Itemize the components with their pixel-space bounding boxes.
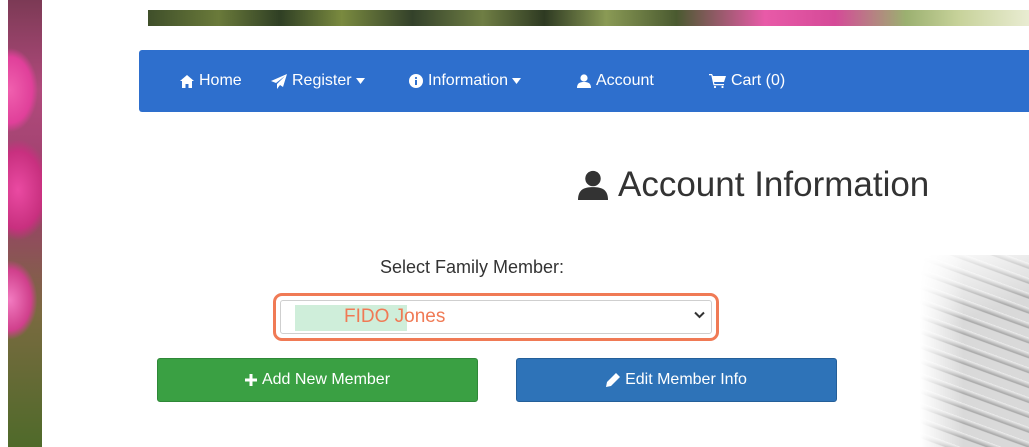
nav-register[interactable]: Register bbox=[271, 50, 370, 112]
add-new-member-label: Add New Member bbox=[261, 371, 391, 388]
cart-icon bbox=[709, 74, 726, 88]
pencil-icon bbox=[606, 373, 621, 387]
family-member-label: Select Family Member: bbox=[380, 257, 565, 277]
add-new-member-button[interactable]: Add New Member bbox=[157, 358, 478, 402]
nav-cart-label: Cart (0) bbox=[731, 72, 786, 89]
nav-information-label: Information bbox=[428, 72, 509, 89]
family-member-select-highlight: FIDO Jones bbox=[273, 293, 719, 341]
home-icon bbox=[180, 74, 194, 88]
nav-home[interactable]: Home bbox=[180, 50, 242, 112]
paper-plane-icon bbox=[271, 73, 287, 89]
nav-account-label: Account bbox=[596, 72, 654, 89]
nav-home-label: Home bbox=[199, 72, 242, 89]
nav-register-label: Register bbox=[292, 72, 352, 89]
user-icon bbox=[578, 170, 608, 200]
nav-information[interactable]: Information bbox=[409, 50, 526, 112]
page-title: Account Information bbox=[578, 160, 929, 210]
plus-icon bbox=[244, 374, 257, 386]
caret-down-icon bbox=[512, 78, 522, 84]
edit-member-info-label: Edit Member Info bbox=[625, 371, 747, 388]
family-member-select[interactable]: FIDO Jones bbox=[280, 300, 712, 334]
page-title-text: Account Information bbox=[618, 165, 930, 204]
chevron-down-icon bbox=[694, 311, 705, 319]
selected-member-value: FIDO Jones bbox=[344, 306, 446, 327]
flower-photo-banner bbox=[148, 10, 1029, 26]
nav-cart[interactable]: Cart (0) bbox=[709, 50, 785, 112]
main-navbar: Home Register Information Account Cart (… bbox=[139, 50, 1029, 112]
calculator-photo bbox=[920, 255, 1029, 447]
flower-photo-left bbox=[0, 0, 42, 447]
info-circle-icon bbox=[409, 74, 423, 88]
user-icon bbox=[577, 74, 591, 88]
edit-member-info-button[interactable]: Edit Member Info bbox=[516, 358, 837, 402]
caret-down-icon bbox=[355, 78, 365, 84]
nav-account[interactable]: Account bbox=[577, 50, 654, 112]
